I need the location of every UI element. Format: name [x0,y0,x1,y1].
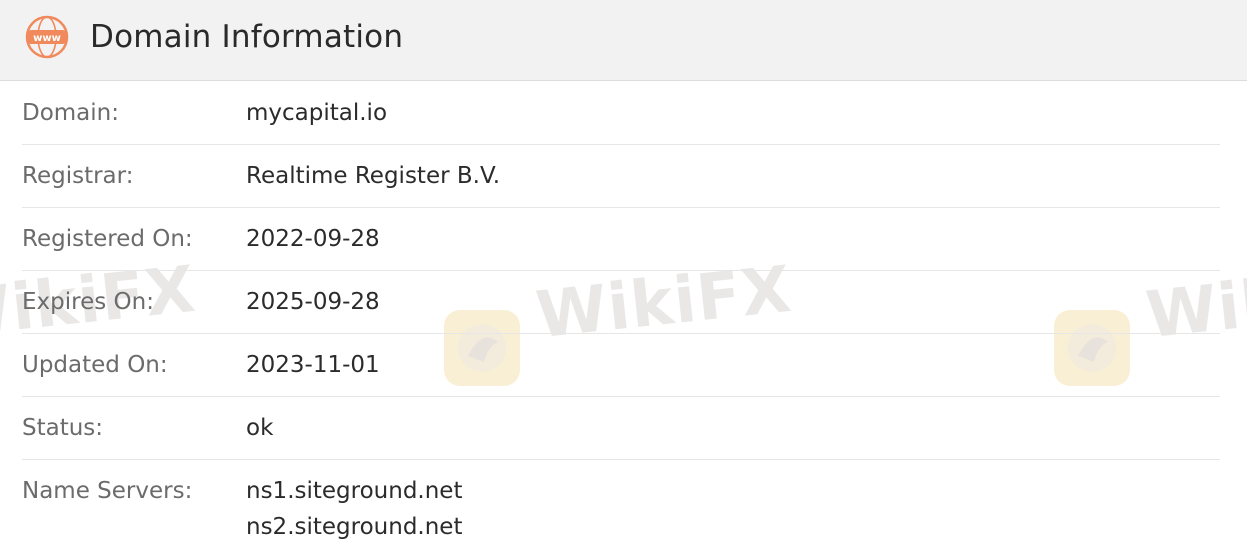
info-table: Domain: mycapital.io Registrar: Realtime… [0,82,1247,549]
row-registered-on: Registered On: 2022-09-28 [22,208,1220,271]
value-expires-on: 2025-09-28 [246,286,380,322]
www-icon-text: www [33,33,61,44]
label-status: Status: [22,415,104,441]
page-title: Domain Information [90,19,404,55]
label-domain: Domain: [22,100,119,126]
value-status: ok [246,412,273,448]
section-header: www Domain Information [0,0,1247,81]
label-expires-on: Expires On: [22,289,154,315]
value-updated-on: 2023-11-01 [246,349,380,385]
value-registrar: Realtime Register B.V. [246,160,500,196]
row-updated-on: Updated On: 2023-11-01 [22,334,1220,397]
value-name-servers: ns1.siteground.net ns2.siteground.net [246,475,462,547]
value-expires-on-text: 2025-09-28 [246,289,380,315]
row-registrar: Registrar: Realtime Register B.V. [22,145,1220,208]
row-status: Status: ok [22,397,1220,460]
value-status-text: ok [246,415,274,441]
name-server-2: ns2.siteground.net [246,514,463,540]
www-globe-icon: www [25,15,69,59]
row-name-servers: Name Servers: ns1.siteground.net ns2.sit… [22,460,1220,549]
label-registrar: Registrar: [22,163,134,189]
name-server-1: ns1.siteground.net [246,478,463,504]
row-expires-on: Expires On: 2025-09-28 [22,271,1220,334]
value-registered-on: 2022-09-28 [246,223,380,259]
value-registered-on-text: 2022-09-28 [246,226,380,252]
label-updated-on: Updated On: [22,352,168,378]
domain-info-page: WikiFX WikiFX WikiFX www Domain Informat… [0,0,1247,549]
value-updated-on-text: 2023-11-01 [246,352,380,378]
label-name-servers: Name Servers: [22,478,193,504]
value-domain: mycapital.io [246,97,387,133]
value-domain-text: mycapital.io [246,100,388,126]
value-registrar-text: Realtime Register B.V. [246,163,501,189]
label-registered-on: Registered On: [22,226,193,252]
row-domain: Domain: mycapital.io [22,82,1220,145]
